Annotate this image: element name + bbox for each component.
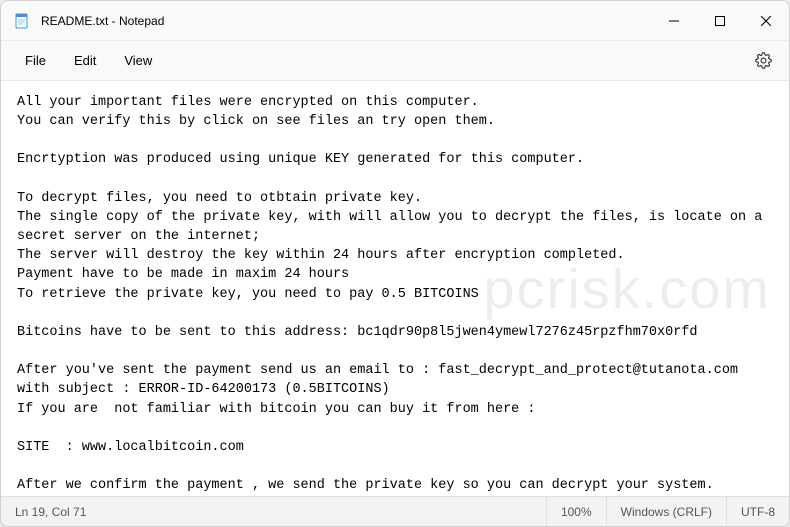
settings-button[interactable] [747,45,779,77]
menu-edit[interactable]: Edit [60,47,110,74]
document-text: All your important files were encrypted … [17,95,770,493]
notepad-window: README.txt - Notepad File Edit View All … [0,0,790,527]
maximize-button[interactable] [697,1,743,40]
gear-icon [755,52,772,69]
menu-file[interactable]: File [11,47,60,74]
status-zoom[interactable]: 100% [547,497,607,526]
status-cursor-position[interactable]: Ln 19, Col 71 [1,497,547,526]
status-line-ending[interactable]: Windows (CRLF) [607,497,727,526]
statusbar: Ln 19, Col 71 100% Windows (CRLF) UTF-8 [1,496,789,526]
text-editor-area[interactable]: All your important files were encrypted … [1,81,789,496]
menu-view[interactable]: View [110,47,166,74]
menubar: File Edit View [1,41,789,81]
notepad-icon [13,12,31,30]
minimize-button[interactable] [651,1,697,40]
titlebar: README.txt - Notepad [1,1,789,41]
window-title: README.txt - Notepad [41,14,651,28]
window-controls [651,1,789,40]
close-button[interactable] [743,1,789,40]
status-encoding[interactable]: UTF-8 [727,497,789,526]
